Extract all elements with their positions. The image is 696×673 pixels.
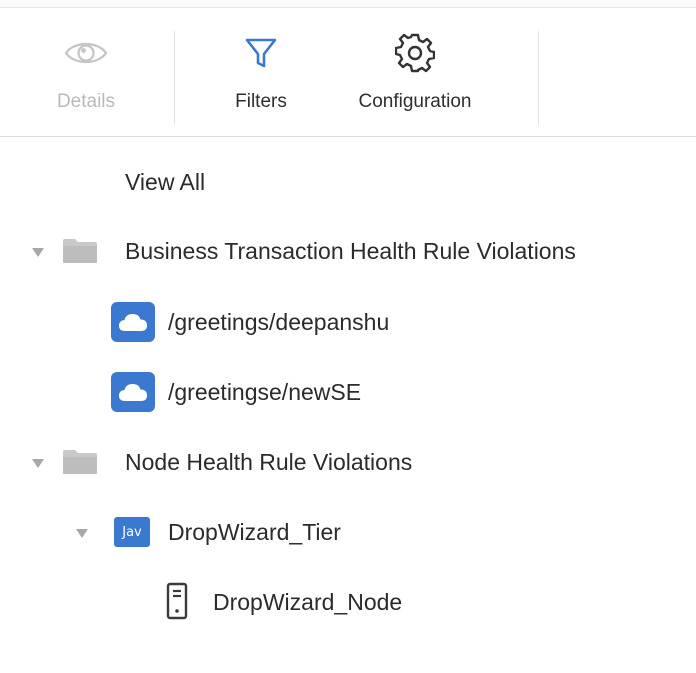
caret-down-icon[interactable]	[76, 529, 88, 538]
tree-item-dropwizard-tier[interactable]: Jav DropWizard_Tier	[0, 509, 696, 555]
bt-group-label: Business Transaction Health Rule Violati…	[125, 237, 576, 264]
cloud-icon	[111, 372, 155, 412]
folder-icon	[62, 449, 98, 481]
eye-icon	[64, 33, 108, 73]
filter-icon	[244, 33, 278, 73]
toolbar-divider	[538, 31, 539, 125]
node-group-label: Node Health Rule Violations	[125, 448, 413, 475]
top-strip	[0, 0, 696, 8]
tree-group-business-transactions[interactable]: Business Transaction Health Rule Violati…	[0, 228, 696, 274]
toolbar-divider	[174, 31, 175, 125]
toolbar: Details Filters Configuration	[0, 9, 696, 137]
filters-button[interactable]: Filters	[206, 9, 316, 137]
tree-item-greetingse-newse[interactable]: /greetingse/newSE	[0, 369, 696, 415]
gear-icon	[395, 33, 435, 73]
details-button[interactable]: Details	[40, 9, 132, 137]
tree-item-view-all[interactable]: View All	[0, 159, 696, 205]
folder-icon	[62, 238, 98, 270]
caret-down-icon[interactable]	[32, 459, 44, 468]
tree-group-node-violations[interactable]: Node Health Rule Violations	[0, 439, 696, 485]
caret-down-icon[interactable]	[32, 248, 44, 257]
bt-item-label: /greetingse/newSE	[168, 378, 362, 405]
details-label: Details	[56, 91, 116, 112]
node-label: DropWizard_Node	[213, 588, 403, 615]
filters-label: Filters	[235, 91, 287, 112]
cloud-icon	[111, 302, 155, 342]
tree-item-greetings-deepanshu[interactable]: /greetings/deepanshu	[0, 299, 696, 345]
tier-label: DropWizard_Tier	[168, 518, 341, 545]
configuration-button[interactable]: Configuration	[336, 9, 494, 137]
view-all-label: View All	[125, 168, 206, 195]
server-icon	[166, 582, 188, 626]
configuration-label: Configuration	[358, 91, 472, 112]
java-tier-icon: Jav	[114, 517, 150, 547]
tree-item-dropwizard-node[interactable]: DropWizard_Node	[0, 579, 696, 625]
bt-item-label: /greetings/deepanshu	[168, 308, 390, 335]
